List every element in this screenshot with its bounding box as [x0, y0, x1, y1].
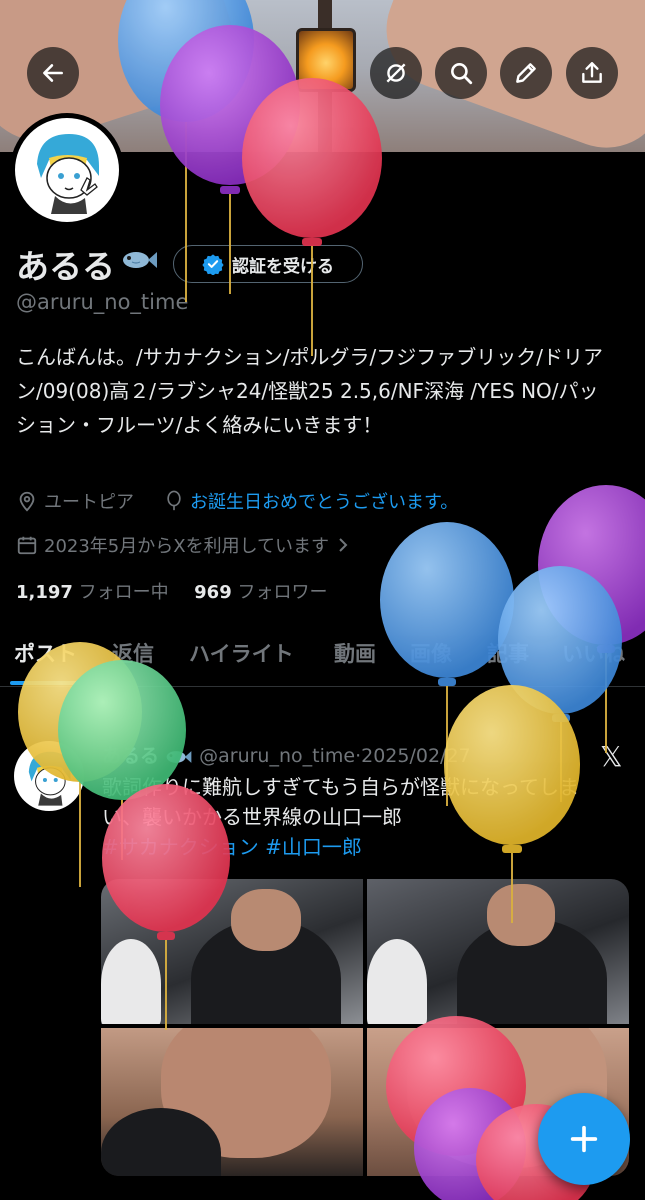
profile-location: ユートピア: [44, 492, 134, 513]
shield-off-icon: [386, 63, 406, 83]
balloon: [538, 485, 645, 753]
compose-button[interactable]: [538, 1093, 630, 1185]
profile-bio: こんばんは。/サカナクション/ポルグラ/フジファブリック/ドリアン/09(08)…: [16, 345, 603, 437]
search-icon: [451, 63, 473, 85]
get-verified-button[interactable]: 認証を受ける: [173, 245, 363, 283]
media-face: [231, 889, 301, 951]
profile-tabs: ポスト 返信 ハイライト 動画 画像 記事 いいね: [0, 632, 645, 687]
media-image-1[interactable]: [101, 879, 363, 1024]
post-handle[interactable]: @aruru_no_time: [199, 745, 355, 767]
tab-media[interactable]: 画像: [410, 638, 452, 668]
verify-label: 認証を受ける: [232, 256, 334, 277]
joined-row[interactable]: 2023年5月からXを利用しています: [16, 532, 351, 558]
profile-avatar[interactable]: [10, 113, 124, 227]
media-face: [487, 884, 555, 946]
chevron-right-icon: [339, 538, 348, 552]
mute-button[interactable]: [370, 47, 422, 99]
joined-date: 2023年5月からXを利用しています: [44, 536, 330, 557]
search-button[interactable]: [435, 47, 487, 99]
post-author[interactable]: あるる: [102, 745, 159, 767]
tab-videos[interactable]: 動画: [334, 638, 376, 668]
tab-highlights[interactable]: ハイライト: [189, 638, 294, 668]
active-tab-indicator: [10, 681, 80, 685]
balloon-icon: [167, 490, 181, 511]
hashtag-yamaguchi[interactable]: #山口一郎: [265, 835, 362, 859]
tab-articles[interactable]: 記事: [487, 638, 529, 668]
fish-icon: [123, 252, 157, 268]
share-button[interactable]: [566, 47, 618, 99]
following-count[interactable]: 1,197: [16, 582, 73, 603]
media-image-3[interactable]: [101, 1028, 363, 1176]
following-label[interactable]: フォロー中: [79, 582, 169, 603]
arrow-left-icon: [43, 64, 63, 82]
post-text: 歌詞作りに難航しすぎてもう自らが怪獣になってしまい、襲いかかる世界線の山口一郎: [102, 775, 579, 829]
verified-badge-icon: [202, 254, 224, 275]
tab-posts[interactable]: ポスト: [14, 638, 77, 668]
follow-stats: 1,197 フォロー中 969 フォロワー: [16, 578, 327, 604]
calendar-icon: [17, 536, 37, 555]
post-avatar[interactable]: [14, 741, 84, 811]
edit-icon: [516, 63, 536, 83]
media-image-2[interactable]: [367, 879, 629, 1024]
back-button[interactable]: [27, 47, 79, 99]
plus-icon: [570, 1125, 598, 1153]
share-icon: [582, 62, 602, 83]
followers-label[interactable]: フォロワー: [237, 582, 327, 603]
post-date[interactable]: 2025/02/27: [361, 745, 471, 767]
media-figure: [101, 939, 161, 1024]
media-figure: [367, 939, 427, 1024]
location-icon: [19, 491, 35, 512]
post-header: あるる @aruru_no_time·2025/02/27: [102, 741, 471, 768]
avatar: [15, 118, 119, 222]
tab-likes[interactable]: いいね: [562, 638, 625, 668]
x-logo-icon: 𝕏: [600, 740, 623, 773]
post-body: 歌詞作りに難航しすぎてもう自らが怪獣になってしまい、襲いかかる世界線の山口一郎 …: [102, 772, 617, 862]
birthday-message[interactable]: お誕生日おめでとうございます。: [190, 488, 458, 514]
tab-replies[interactable]: 返信: [112, 638, 154, 668]
fish-icon: [166, 750, 192, 763]
profile-name: あるる: [16, 247, 115, 286]
profile-meta-row: ユートピア お誕生日おめでとうございます。: [16, 488, 458, 514]
edit-button[interactable]: [500, 47, 552, 99]
profile-handle: @aruru_no_time: [16, 290, 189, 314]
followers-count[interactable]: 969: [194, 582, 232, 603]
banner-lamp: [296, 28, 356, 92]
hashtag-sakanaction[interactable]: #サカナクション: [102, 835, 259, 859]
